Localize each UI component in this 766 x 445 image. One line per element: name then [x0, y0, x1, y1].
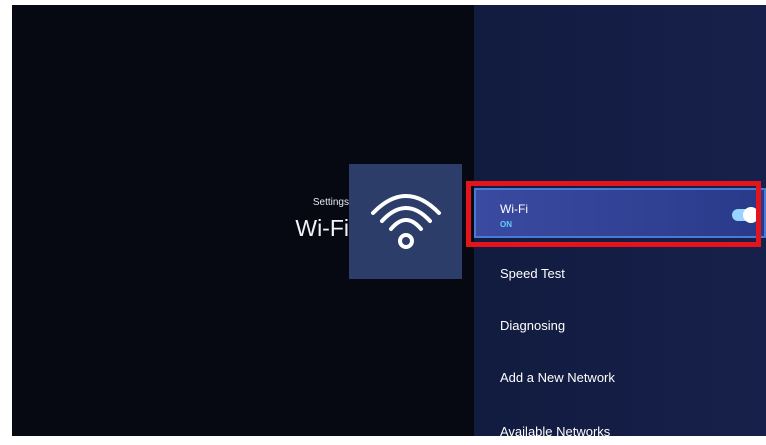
- menu-item-available-networks[interactable]: Available Networks: [474, 419, 766, 445]
- wifi-tile: [349, 164, 462, 279]
- menu-item-label: Available Networks: [500, 424, 611, 439]
- breadcrumb: Settings: [312, 197, 349, 208]
- menu-item-speed-test[interactable]: Speed Test: [474, 261, 766, 287]
- menu-item-add-network[interactable]: Add a New Network: [474, 365, 766, 391]
- highlight-box: [466, 181, 761, 247]
- menu-item-diagnosing[interactable]: Diagnosing: [474, 313, 766, 339]
- menu-item-label: Add a New Network: [500, 370, 615, 385]
- page-title: Wi-Fi: [295, 215, 349, 241]
- wifi-icon: [370, 193, 441, 249]
- menu-item-label: Speed Test: [500, 266, 565, 281]
- menu-item-label: Diagnosing: [500, 318, 566, 333]
- left-panel: Settings Wi-Fi: [12, 5, 474, 436]
